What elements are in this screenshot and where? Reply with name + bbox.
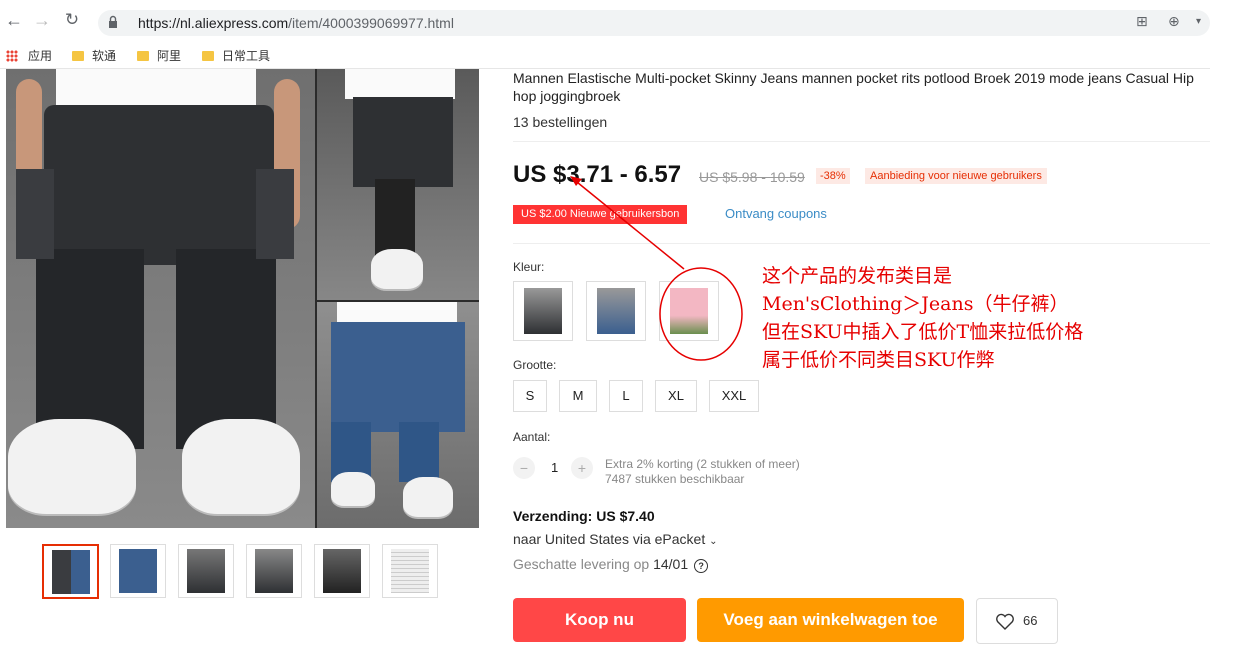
url-text: https://nl.aliexpress.com/item/400039906… — [138, 15, 454, 31]
forward-icon[interactable]: → — [32, 10, 52, 30]
thumbnail[interactable] — [178, 544, 234, 598]
annotation-line: 属于低价不同类目SKU作弊 — [762, 349, 995, 371]
size-label: Grootte: — [513, 358, 557, 372]
size-option-m[interactable]: M — [559, 380, 597, 412]
heart-icon — [996, 613, 1014, 630]
color-swatch-pink-tshirt[interactable] — [659, 281, 719, 341]
bookmark-folder[interactable]: 软通 — [72, 48, 116, 64]
estimated-delivery: Geschatte levering op 14/01? — [513, 556, 709, 573]
back-icon[interactable]: ← — [4, 10, 24, 30]
annotation-line: 但在SKU中插入了低价T恤来拉低价格 — [762, 321, 1084, 343]
divider — [513, 243, 1210, 244]
add-to-cart-button[interactable]: Voeg aan winkelwagen toe — [697, 598, 964, 642]
color-label: Kleur: — [513, 260, 545, 274]
shipping-method[interactable]: naar United States via ePacket ⌄ — [513, 531, 718, 547]
shipping-cost: Verzending: US $7.40 — [513, 508, 655, 524]
address-bar[interactable]: https://nl.aliexpress.com/item/400039906… — [98, 10, 1210, 36]
translate-icon[interactable]: ⊞ — [1136, 13, 1148, 30]
size-option-l[interactable]: L — [609, 380, 643, 412]
zoom-icon[interactable]: ⊕ — [1168, 13, 1180, 30]
thumbnail[interactable] — [314, 544, 370, 598]
thumbnail[interactable] — [42, 544, 99, 599]
thumbnail[interactable] — [110, 544, 166, 598]
order-count: 13 bestellingen — [513, 114, 608, 130]
price-range: US $3.71 - 6.57 — [513, 161, 682, 188]
quantity-label: Aantal: — [513, 430, 551, 444]
bookmarks-bar: 应用 软通 阿里 日常工具 — [0, 44, 1210, 69]
reload-icon[interactable]: ↻ — [62, 10, 82, 30]
folder-icon — [202, 51, 214, 61]
thumbnail[interactable] — [246, 544, 302, 598]
quantity-decrease-button[interactable]: − — [513, 457, 535, 479]
get-coupons-link[interactable]: Ontvang coupons — [725, 206, 827, 221]
annotation-line: 这个产品的发布类目是 — [762, 265, 953, 287]
size-option-s[interactable]: S — [513, 380, 547, 412]
new-user-promo-badge: Aanbieding voor nieuwe gebruikers — [865, 168, 1047, 184]
wishlist-count: 66 — [1023, 613, 1038, 628]
product-photo-front — [6, 69, 315, 528]
thumbnail-size-chart[interactable] — [382, 544, 438, 598]
coupon-badge[interactable]: US $2.00 Nieuwe gebruikersbon — [513, 205, 688, 224]
chevron-down-icon: ⌄ — [709, 536, 718, 547]
quantity-value[interactable]: 1 — [551, 460, 558, 475]
product-photo-side — [317, 69, 479, 300]
bookmark-folder[interactable]: 阿里 — [137, 48, 181, 64]
browser-toolbar: ← → ↻ https://nl.aliexpress.com/item/400… — [0, 0, 1210, 44]
apps-grid-icon — [6, 50, 18, 62]
annotation-text: 这个产品的发布类目是 Men'sClothing＞Jeans（牛仔裤） 但在SK… — [762, 262, 1083, 374]
size-option-xxl[interactable]: XXL — [709, 380, 759, 412]
buy-now-button[interactable]: Koop nu — [513, 598, 686, 642]
lock-icon — [109, 15, 117, 28]
size-option-xl[interactable]: XL — [655, 380, 697, 412]
color-swatch-dark[interactable] — [513, 281, 573, 341]
help-icon[interactable]: ? — [694, 559, 709, 573]
stock-available: 7487 stukken beschikbaar — [605, 472, 745, 486]
page-margin — [1210, 0, 1249, 665]
divider — [513, 141, 1210, 142]
chevron-down-icon[interactable]: ▾ — [1196, 16, 1201, 27]
main-product-image[interactable] — [6, 69, 479, 528]
quantity-increase-button[interactable]: + — [571, 457, 593, 479]
bookmark-apps[interactable]: 应用 — [6, 48, 52, 64]
thumbnail-strip — [42, 544, 442, 600]
bulk-discount-note: Extra 2% korting (2 stukken of meer) — [605, 457, 800, 471]
discount-badge: -38% — [816, 168, 850, 184]
folder-icon — [137, 51, 149, 61]
color-swatch-blue[interactable] — [586, 281, 646, 341]
product-photo-blue — [317, 302, 479, 528]
annotation-line: Men'sClothing＞Jeans（牛仔裤） — [762, 293, 1069, 315]
original-price: US $5.98 - 10.59 — [699, 169, 805, 185]
bookmark-folder[interactable]: 日常工具 — [202, 48, 270, 64]
folder-icon — [72, 51, 84, 61]
wishlist-button[interactable]: 66 — [976, 598, 1058, 644]
product-title: Mannen Elastische Multi-pocket Skinny Je… — [513, 70, 1194, 104]
